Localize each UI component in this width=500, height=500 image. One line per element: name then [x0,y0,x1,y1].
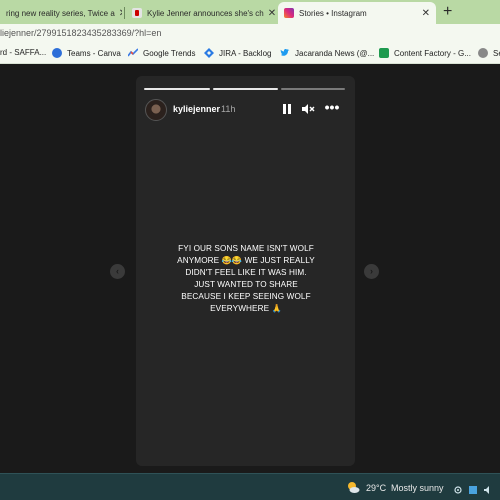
bookmark-label: Teams - Canva [67,48,121,58]
story-progress-segment [281,88,345,90]
bookmark-label: Content Factory - G... [394,48,471,58]
bookmark-saffa[interactable]: rd - SAFFA... [0,48,46,57]
story-progress-segment [213,88,278,90]
story-progress-segment [144,88,210,90]
sheets-icon [379,48,389,58]
speaker-icon[interactable] [483,482,493,494]
trends-icon [127,48,139,58]
more-options-icon[interactable]: ••• [324,100,340,114]
bookmark-jacaranda[interactable]: Jacaranda News (@... [280,48,374,58]
pause-icon[interactable] [281,102,293,116]
jira-icon [204,48,214,58]
close-icon[interactable]: ✕ [115,8,122,19]
story-viewer[interactable]: kyliejenner 11h ••• FYI OUR SONS NAME IS… [136,76,355,466]
network-icon[interactable] [453,482,463,494]
tab-separator [124,7,125,19]
weather-condition[interactable]: Mostly sunny [391,483,444,493]
url-text[interactable]: liejenner/2799151823435283369/?hl=en [0,28,161,38]
bookmark-jira[interactable]: JIRA - Backlog [204,48,271,58]
news-favicon-icon [132,8,142,18]
bookmark-se[interactable]: Se [478,48,500,58]
tab-strip: ring new reality series, Twice a ✕ Kylie… [0,0,500,24]
bookmark-label: Jacaranda News (@... [295,48,375,58]
story-time: 11h [221,104,236,114]
avatar[interactable] [145,99,167,121]
page-content: ‹ › kyliejenner 11h ••• FYI OUR SONS NAM… [0,65,500,473]
generic-icon [478,48,488,58]
mute-icon[interactable] [301,102,315,116]
bookmark-canva[interactable]: Teams - Canva [52,48,121,58]
taskbar: 29°C Mostly sunny [0,473,500,500]
address-bar[interactable]: liejenner/2799151823435283369/?hl=en [0,24,500,44]
bookmark-content-factory[interactable]: Content Factory - G... [379,48,471,58]
canva-icon [52,48,62,58]
previous-story-icon[interactable]: ‹ [110,264,125,279]
bookmark-label: JIRA - Backlog [219,48,272,58]
tab-title: Kylie Jenner announces she's ch [147,8,264,18]
next-story-icon[interactable]: › [364,264,379,279]
bookmark-label: Se [493,48,500,58]
tab-title: Stories • Instagram [299,8,367,18]
tab-reality-series[interactable]: ring new reality series, Twice a ✕ [0,2,122,24]
partly-sunny-icon[interactable] [346,480,360,494]
tab-title: ring new reality series, Twice a [6,8,115,18]
instagram-favicon-icon [284,8,294,18]
story-username[interactable]: kyliejenner [173,104,220,114]
bookmark-label: Google Trends [143,48,196,58]
weather-temperature[interactable]: 29°C [366,483,386,493]
tab-kylie-jenner[interactable]: Kylie Jenner announces she's ch ✕ [126,2,276,24]
tab-instagram-stories[interactable]: Stories • Instagram ✕ [278,2,436,24]
new-tab-icon[interactable]: + [443,3,452,21]
story-caption: FYI OUR SONS NAME ISN'T WOLF ANYMORE 😂😂 … [177,244,315,313]
close-icon[interactable]: ✕ [264,8,276,19]
twitter-icon [280,48,290,58]
notification-icon[interactable] [468,482,478,494]
bookmarks-bar: rd - SAFFA... Teams - Canva Google Trend… [0,44,500,64]
close-icon[interactable]: ✕ [418,8,430,19]
bookmark-label: rd - SAFFA... [0,48,47,57]
bookmark-google-trends[interactable]: Google Trends [127,48,196,58]
